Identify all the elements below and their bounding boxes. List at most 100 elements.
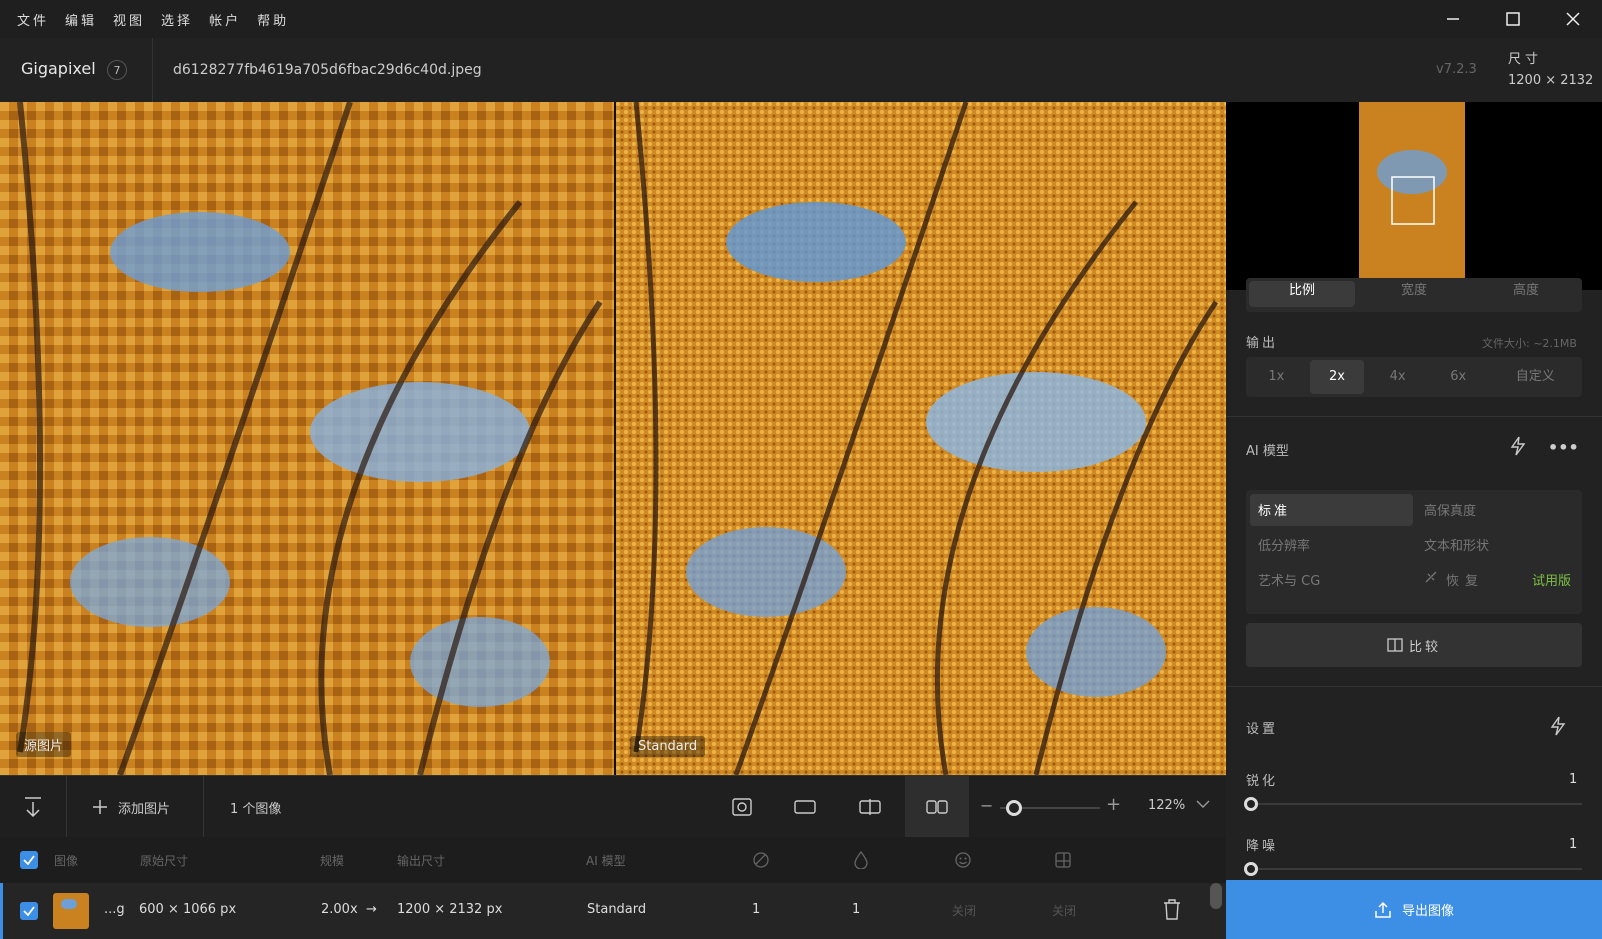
- menu-account[interactable]: 帐户: [209, 10, 241, 29]
- trash-icon[interactable]: [1163, 899, 1181, 925]
- check-icon: [23, 906, 35, 916]
- model-standard[interactable]: 标准: [1258, 500, 1290, 519]
- more-options-icon[interactable]: •••: [1548, 438, 1579, 457]
- size-label: 尺寸: [1508, 52, 1543, 67]
- zoom-knob[interactable]: [1006, 800, 1022, 816]
- settings-lightning-icon[interactable]: [1549, 716, 1567, 740]
- single-view-button[interactable]: [775, 776, 835, 838]
- file-size-estimate: 文件大小: ~2.1MB: [1482, 337, 1577, 350]
- sharpen-slider[interactable]: [1244, 797, 1582, 811]
- row-ai-model: Standard: [587, 902, 647, 917]
- scale-4x[interactable]: 4x: [1370, 360, 1425, 394]
- import-button[interactable]: [0, 776, 66, 838]
- row-sharpen: 1: [752, 902, 761, 917]
- denoise-label: 降噪: [1246, 839, 1279, 854]
- trial-badge: 试用版: [1532, 574, 1572, 589]
- image-thumbnail: [53, 893, 89, 929]
- divider: [1226, 416, 1602, 417]
- navigator: [1226, 102, 1602, 290]
- zoom-level[interactable]: 122%: [1148, 798, 1185, 813]
- settings-label: 设置: [1246, 722, 1279, 737]
- recover-icon: [1424, 570, 1438, 588]
- close-button[interactable]: [1544, 0, 1602, 38]
- denoise-knob[interactable]: [1244, 862, 1258, 876]
- scrollbar[interactable]: [1210, 883, 1222, 909]
- sharpen-value: 1: [1569, 772, 1578, 787]
- close-icon: [1566, 12, 1580, 26]
- scale-6x[interactable]: 6x: [1431, 360, 1486, 394]
- menu-file[interactable]: 文件: [17, 10, 49, 29]
- chevron-down-icon[interactable]: [1196, 798, 1210, 813]
- add-image-button[interactable]: 添加图片: [92, 776, 202, 838]
- export-label: 导出图像: [1401, 904, 1454, 919]
- app-window: 文件 编辑 视图 选择 帐户 帮助 Gigapixel 7 d6128277fb…: [0, 0, 1602, 939]
- menu-view[interactable]: 视图: [113, 10, 145, 29]
- model-art-cg[interactable]: 艺术与 CG: [1258, 570, 1320, 589]
- snapshot-button[interactable]: [712, 776, 772, 838]
- model-recover[interactable]: 恢复: [1446, 570, 1484, 589]
- navigator-thumbnail: [1359, 102, 1465, 290]
- lightning-icon[interactable]: [1509, 436, 1527, 460]
- arrow-right-icon: →: [366, 902, 377, 917]
- row-face-recovery: 关闭: [952, 904, 977, 918]
- row-color: 关闭: [1052, 904, 1077, 918]
- model-high-fidelity[interactable]: 高保真度: [1424, 500, 1476, 519]
- col-original-size: 原始尺寸: [140, 854, 189, 868]
- menu-select[interactable]: 选择: [161, 10, 193, 29]
- output-image-view[interactable]: Standard: [616, 102, 1226, 775]
- header-bar: Gigapixel 7 d6128277fb4619a705d6fbac29d6…: [0, 38, 1602, 102]
- source-image: [0, 102, 614, 775]
- denoise-value: 1: [1569, 837, 1578, 852]
- model-low-res[interactable]: 低分辨率: [1258, 535, 1310, 554]
- select-all-checkbox[interactable]: [20, 851, 38, 869]
- row-original-size: 600 × 1066 px: [139, 902, 237, 917]
- tab-width[interactable]: 宽度: [1361, 281, 1467, 307]
- col-sharpen-icon: [752, 851, 770, 873]
- compare-button[interactable]: 比较: [1246, 623, 1582, 667]
- camera-icon: [732, 798, 752, 816]
- scale-1x[interactable]: 1x: [1249, 360, 1304, 394]
- single-view-icon: [794, 800, 816, 814]
- maximize-button[interactable]: [1484, 0, 1542, 38]
- col-denoise-icon: [854, 850, 868, 873]
- divider: [1226, 686, 1602, 687]
- ai-model-label: AI 模型: [1246, 444, 1289, 459]
- side-by-side-icon: [926, 800, 948, 814]
- export-button[interactable]: 导出图像: [1226, 880, 1602, 939]
- menu-edit[interactable]: 编辑: [65, 10, 97, 29]
- row-checkbox[interactable]: [20, 902, 38, 920]
- tab-ratio[interactable]: 比例: [1249, 280, 1355, 307]
- zoom-slider[interactable]: [1000, 800, 1100, 816]
- output-label: 输出: [1246, 336, 1279, 351]
- sharpen-label: 锐化: [1246, 774, 1279, 789]
- denoise-slider[interactable]: [1244, 862, 1582, 876]
- col-ai-model: AI 模型: [586, 854, 626, 868]
- col-face-icon: [954, 851, 972, 873]
- scale-2x[interactable]: 2x: [1309, 360, 1365, 394]
- minimize-button[interactable]: [1424, 0, 1482, 38]
- row-selected-indicator: [0, 883, 3, 939]
- col-scale: 规模: [320, 854, 345, 868]
- dimension-tabs: 比例 宽度 高度: [1246, 278, 1582, 312]
- bottom-toolbar: 添加图片 1 个图像 − + 122%: [0, 775, 1226, 838]
- zoom-out-button[interactable]: −: [980, 796, 993, 815]
- divider: [203, 776, 204, 838]
- side-by-side-button[interactable]: [905, 776, 969, 838]
- split-view-icon: [859, 799, 881, 815]
- tab-height[interactable]: 高度: [1473, 281, 1579, 307]
- row-file-name: ...g: [104, 902, 125, 917]
- sharpen-knob[interactable]: [1244, 797, 1258, 811]
- menu-help[interactable]: 帮助: [257, 10, 289, 29]
- plus-icon: [93, 800, 107, 814]
- source-image-view[interactable]: 源图片: [0, 102, 614, 775]
- output-tag: Standard: [630, 736, 706, 757]
- model-text-shape[interactable]: 文本和形状: [1424, 535, 1489, 554]
- size-value: 1200 × 2132: [1508, 73, 1594, 88]
- scale-custom[interactable]: 自定义: [1492, 360, 1579, 394]
- source-tag: 源图片: [16, 732, 72, 757]
- divider: [66, 776, 67, 838]
- split-view-button[interactable]: [840, 776, 900, 838]
- scale-selector: 1x 2x 4x 6x 自定义: [1246, 357, 1582, 397]
- table-row[interactable]: ...g 600 × 1066 px 2.00x → 1200 × 2132 p…: [0, 883, 1226, 939]
- zoom-in-button[interactable]: +: [1106, 794, 1121, 815]
